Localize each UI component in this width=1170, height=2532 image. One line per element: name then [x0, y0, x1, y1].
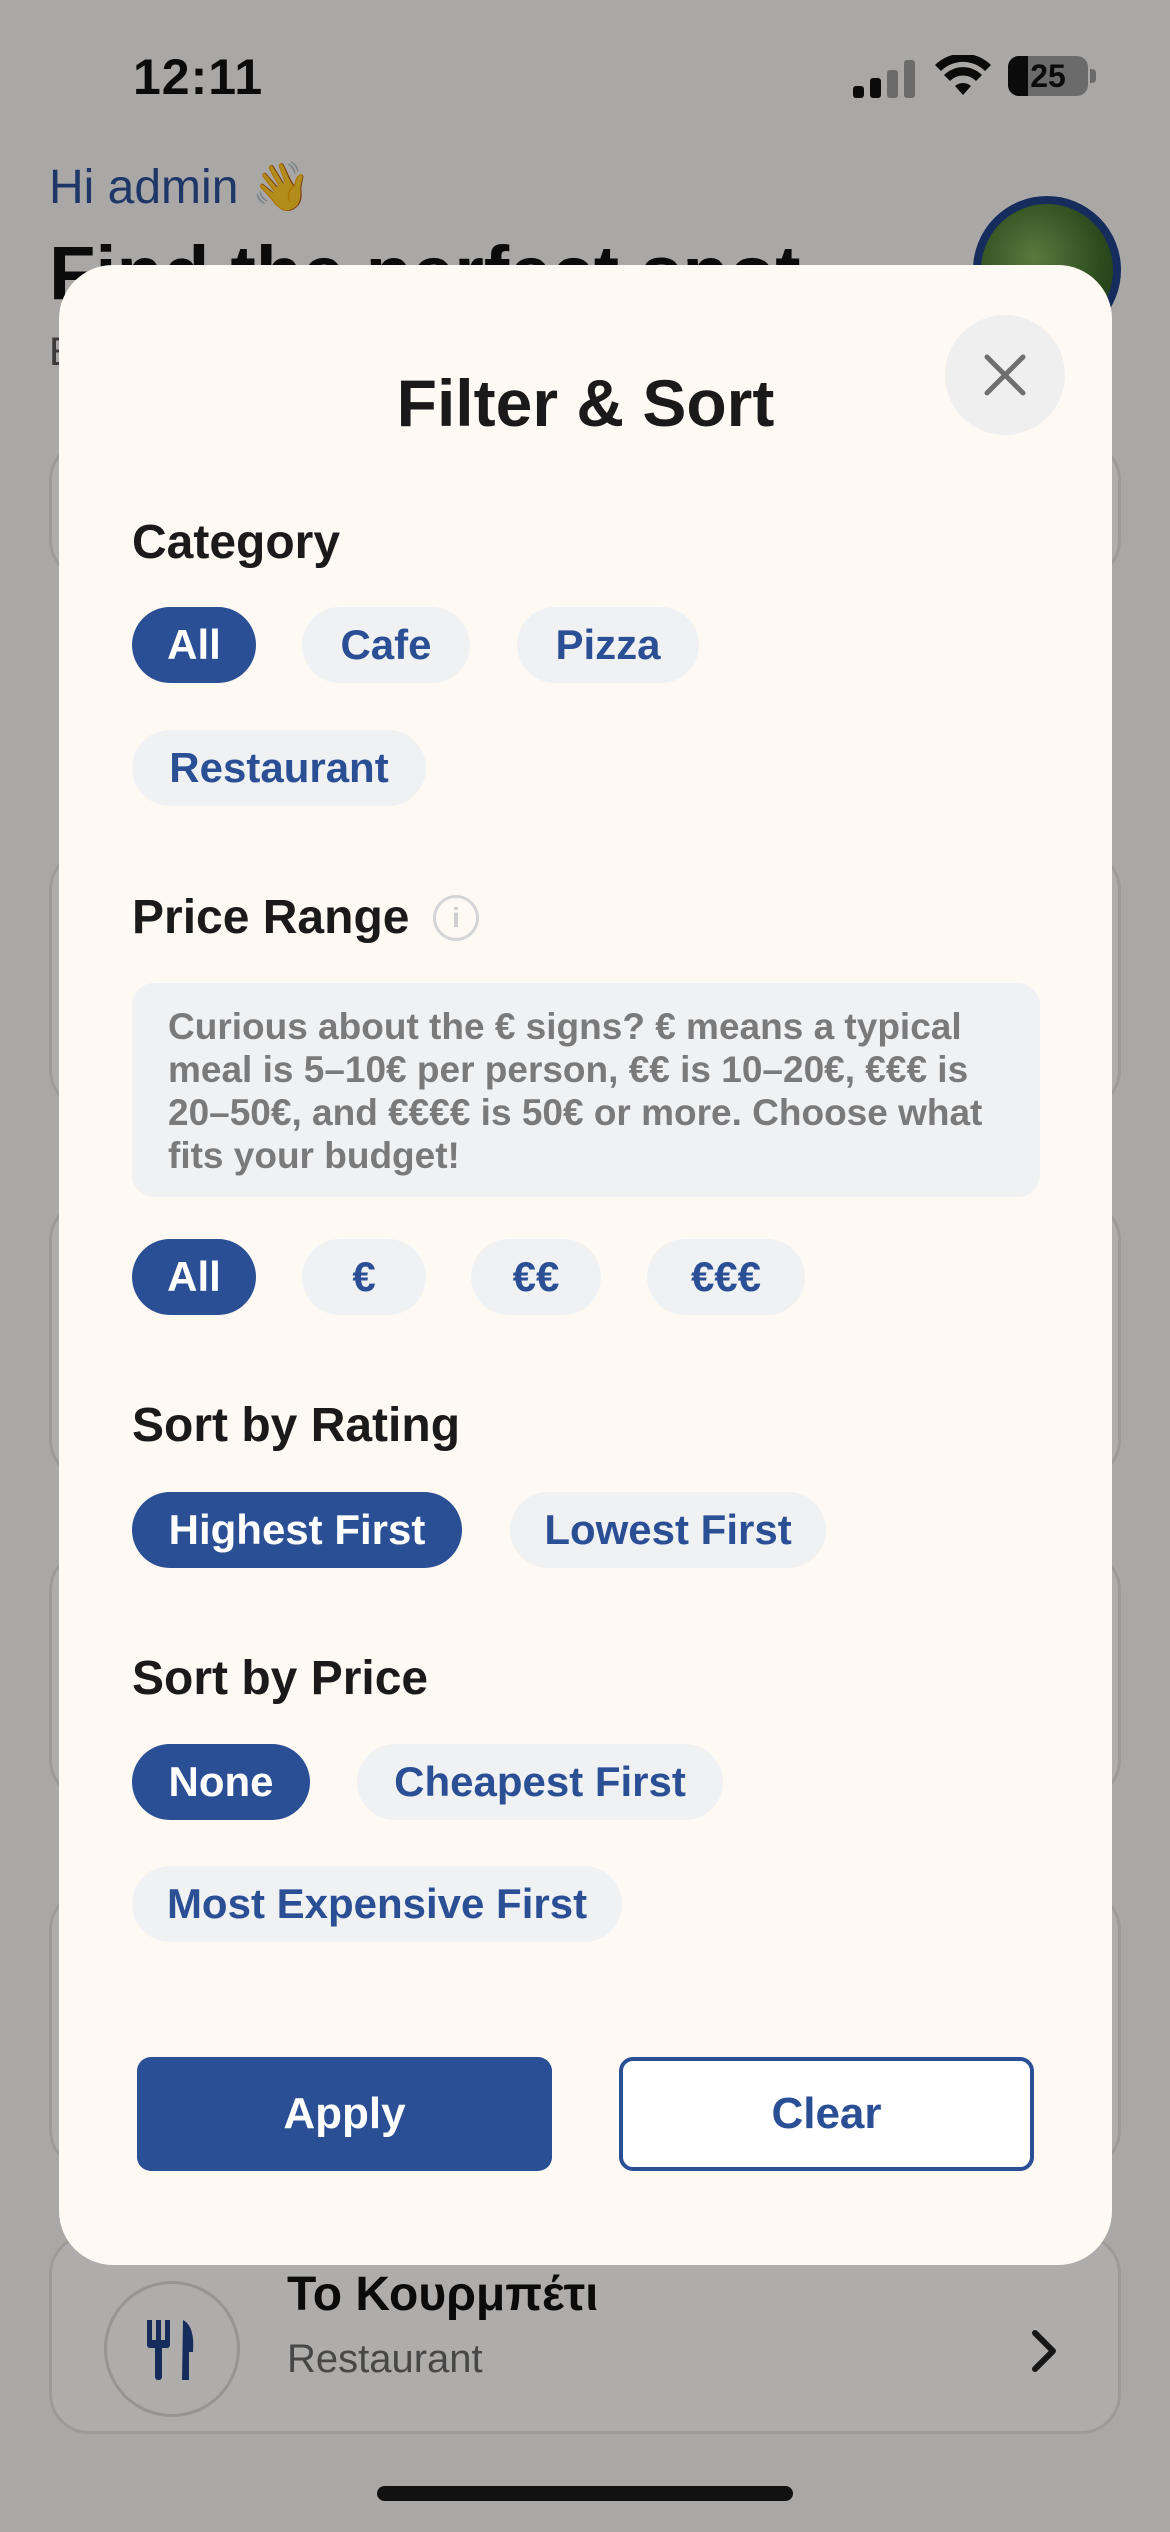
close-icon — [984, 354, 1026, 396]
price-sort-chip-most-expensive[interactable]: Most Expensive First — [132, 1866, 622, 1942]
category-chip-restaurant[interactable]: Restaurant — [132, 730, 426, 806]
price-info-text: Curious about the € signs? € means a typ… — [132, 983, 1040, 1197]
price-chip-all[interactable]: All — [132, 1239, 256, 1315]
category-label: Category — [132, 516, 341, 569]
home-indicator[interactable] — [377, 2486, 793, 2501]
sort-price-label: Sort by Price — [132, 1652, 429, 1705]
category-chip-cafe[interactable]: Cafe — [302, 607, 470, 683]
category-chip-pizza[interactable]: Pizza — [517, 607, 699, 683]
rating-chip-highest[interactable]: Highest First — [132, 1492, 462, 1568]
filter-sort-modal: Filter & Sort Category All Cafe Pizza Re… — [59, 265, 1112, 2265]
info-icon[interactable]: i — [433, 895, 479, 941]
rating-chip-lowest[interactable]: Lowest First — [510, 1492, 826, 1568]
price-sort-chip-cheapest[interactable]: Cheapest First — [357, 1744, 723, 1820]
price-range-label: Price Range — [132, 891, 410, 944]
price-chip-1[interactable]: € — [302, 1239, 426, 1315]
sort-rating-label: Sort by Rating — [132, 1399, 461, 1452]
price-sort-chip-none[interactable]: None — [132, 1744, 310, 1820]
price-chip-2[interactable]: €€ — [471, 1239, 601, 1315]
price-chip-3[interactable]: €€€ — [647, 1239, 805, 1315]
close-button[interactable] — [945, 315, 1065, 435]
category-chip-all[interactable]: All — [132, 607, 256, 683]
clear-button[interactable]: Clear — [619, 2057, 1034, 2171]
apply-button[interactable]: Apply — [137, 2057, 552, 2171]
